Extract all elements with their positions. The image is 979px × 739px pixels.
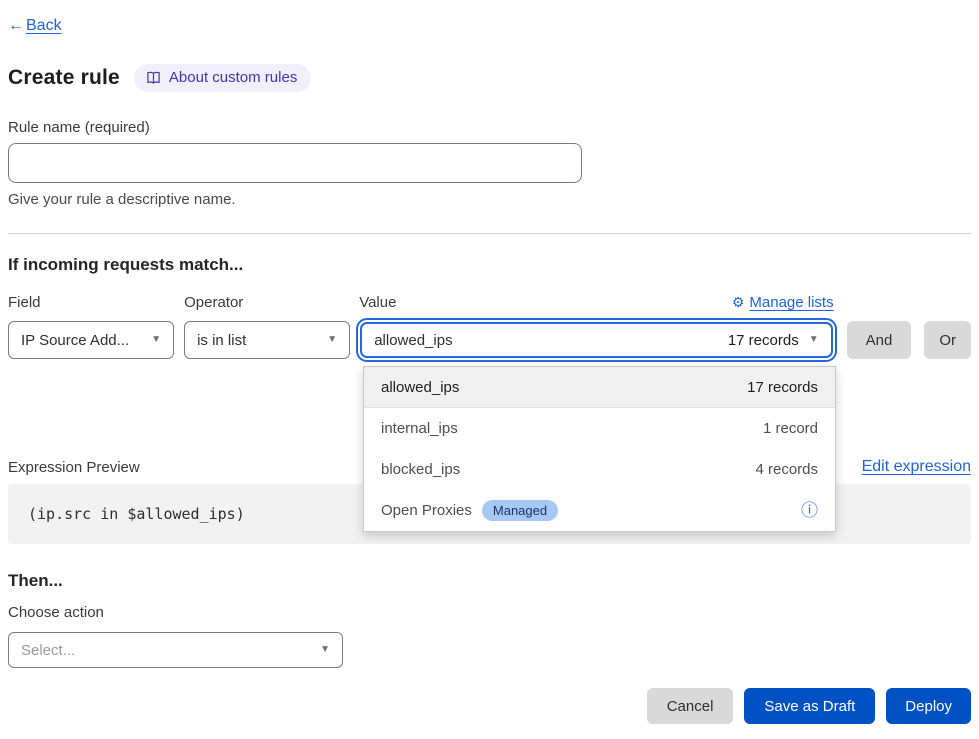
list-option-name: blocked_ips [381, 461, 755, 478]
rule-name-input[interactable] [8, 143, 582, 183]
title-row: Create rule About custom rules [8, 64, 971, 92]
list-option-internal-ips[interactable]: internal_ips 1 record [364, 408, 835, 449]
about-custom-rules-link[interactable]: About custom rules [134, 64, 311, 92]
action-select-placeholder: Select... [21, 642, 310, 659]
deploy-button[interactable]: Deploy [886, 688, 971, 724]
value-select-record-count: 17 records [728, 332, 799, 349]
back-link-label: Back [26, 17, 62, 34]
managed-badge: Managed [482, 500, 558, 521]
back-link[interactable]: ←Back [8, 17, 62, 34]
about-custom-rules-label: About custom rules [169, 69, 297, 86]
cancel-button[interactable]: Cancel [647, 688, 734, 724]
value-select-name: allowed_ips [374, 332, 728, 349]
list-option-record-count: 4 records [755, 461, 818, 478]
or-button[interactable]: Or [924, 321, 971, 359]
action-select[interactable]: Select... ▼ [8, 632, 343, 668]
list-option-blocked-ips[interactable]: blocked_ips 4 records [364, 449, 835, 490]
and-button[interactable]: And [847, 321, 912, 359]
expression-code: (ip.src in $allowed_ips) [28, 505, 245, 523]
match-section-heading: If incoming requests match... [8, 255, 971, 275]
footer-actions: Cancel Save as Draft Deploy [8, 688, 971, 724]
value-select[interactable]: allowed_ips 17 records ▼ [360, 322, 832, 358]
rule-name-helper-text: Give your rule a descriptive name. [8, 191, 971, 208]
gear-icon: ⚙ [732, 294, 745, 311]
list-option-allowed-ips[interactable]: allowed_ips 17 records [364, 367, 835, 408]
choose-action-label: Choose action [8, 604, 971, 621]
value-label: Value [359, 294, 396, 311]
back-row: ←Back [8, 0, 971, 35]
operator-select[interactable]: is in list ▼ [184, 321, 350, 359]
condition-builder-row: Field IP Source Add... ▼ Operator is in … [8, 294, 971, 359]
manage-lists-link[interactable]: ⚙Manage lists [732, 294, 834, 311]
page-title: Create rule [8, 66, 120, 90]
section-divider [8, 233, 971, 234]
save-as-draft-button[interactable]: Save as Draft [744, 688, 875, 724]
list-option-record-count: 1 record [763, 420, 818, 437]
list-option-name: internal_ips [381, 420, 763, 437]
manage-lists-label: Manage lists [749, 294, 833, 311]
edit-expression-link[interactable]: Edit expression [862, 458, 971, 476]
operator-label: Operator [184, 294, 350, 311]
chevron-down-icon: ▼ [809, 335, 819, 345]
rule-name-label: Rule name (required) [8, 119, 971, 136]
list-option-name: allowed_ips [381, 379, 747, 396]
field-select[interactable]: IP Source Add... ▼ [8, 321, 174, 359]
chevron-down-icon: ▼ [151, 335, 161, 345]
field-label: Field [8, 294, 174, 311]
list-option-record-count: 17 records [747, 379, 818, 396]
operator-select-value: is in list [197, 332, 317, 349]
book-icon [146, 71, 161, 85]
then-section-heading: Then... [8, 571, 971, 591]
list-option-open-proxies[interactable]: Open Proxies Managed ⓘ [364, 490, 835, 531]
chevron-down-icon: ▼ [320, 645, 330, 655]
field-select-value: IP Source Add... [21, 332, 141, 349]
chevron-down-icon: ▼ [327, 335, 337, 345]
expression-preview-label: Expression Preview [8, 459, 140, 476]
info-icon[interactable]: ⓘ [801, 502, 818, 519]
back-arrow-icon: ← [8, 17, 24, 34]
list-option-name: Open Proxies [381, 502, 472, 519]
value-dropdown-list: allowed_ips 17 records internal_ips 1 re… [363, 366, 836, 532]
create-rule-page: ←Back Create rule About custom rules Rul… [0, 0, 979, 739]
